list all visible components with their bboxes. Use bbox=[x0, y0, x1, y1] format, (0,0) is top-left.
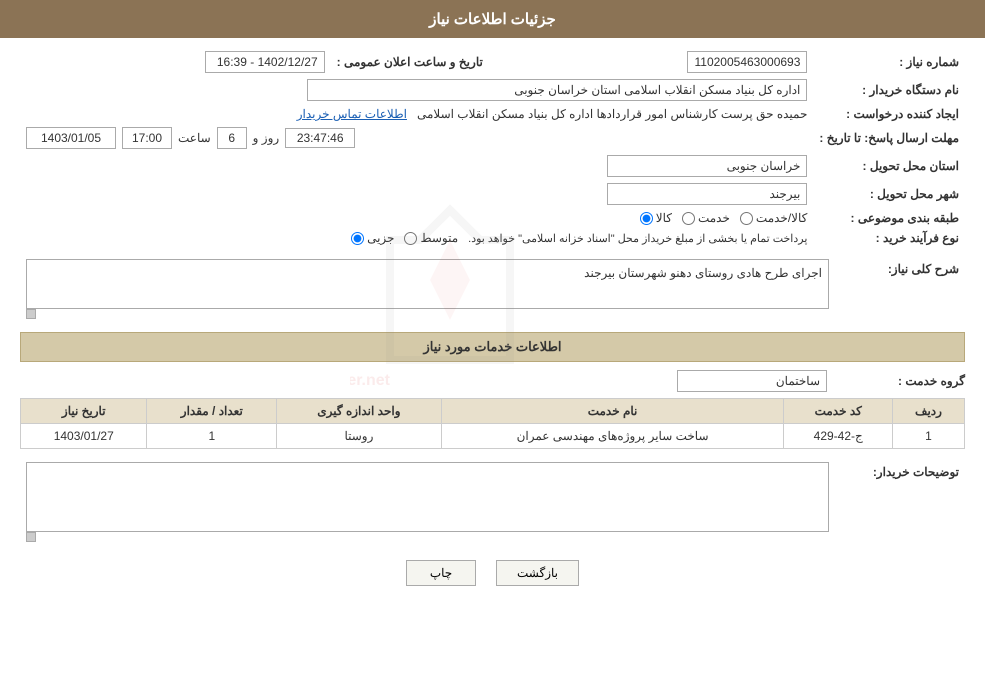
purchase-jozi-radio[interactable] bbox=[351, 232, 364, 245]
print-button[interactable]: چاپ bbox=[406, 560, 476, 586]
buyer-notes-resize-handle[interactable] bbox=[26, 532, 36, 542]
category-khadamat-label: خدمت bbox=[698, 211, 730, 225]
page-title: جزئیات اطلاعات نیاز bbox=[429, 11, 556, 28]
service-group-value: ساختمان bbox=[677, 370, 827, 392]
cell-service_code: ج-42-429 bbox=[784, 424, 893, 449]
category-kala-khadamat-radio[interactable] bbox=[740, 212, 753, 225]
category-kala-khadamat-option[interactable]: کالا/خدمت bbox=[740, 211, 807, 225]
need-summary-label: شرح کلی نیاز: bbox=[835, 256, 965, 322]
col-unit: واحد اندازه گیری bbox=[277, 399, 441, 424]
announce-label: تاریخ و ساعت اعلان عمومی : bbox=[331, 48, 503, 76]
col-service-name: نام خدمت bbox=[441, 399, 784, 424]
need-summary-table: شرح کلی نیاز: اجرای طرح هادی روستای دهنو… bbox=[20, 256, 965, 322]
content-area: شماره نیاز : 1102005463000693 تاریخ و سا… bbox=[0, 38, 985, 606]
cell-service_name: ساخت سایر پروژه‌های مهندسی عمران bbox=[441, 424, 784, 449]
service-group-label: گروه خدمت : bbox=[835, 374, 965, 388]
deadline-days: 6 bbox=[217, 127, 247, 149]
need-summary-wrapper: اجرای طرح هادی روستای دهنو شهرستان بیرجن… bbox=[26, 259, 829, 309]
cell-date: 1403/01/27 bbox=[21, 424, 147, 449]
col-date: تاریخ نیاز bbox=[21, 399, 147, 424]
creator-value: حمیده حق پرست کارشناس امور قراردادها ادا… bbox=[417, 107, 807, 121]
province-label: استان محل تحویل : bbox=[813, 152, 965, 180]
services-table: ردیف کد خدمت نام خدمت واحد اندازه گیری ت… bbox=[20, 398, 965, 449]
services-section-header: اطلاعات خدمات مورد نیاز bbox=[20, 332, 965, 362]
need-number-label: شماره نیاز : bbox=[813, 48, 965, 76]
bottom-buttons: بازگشت چاپ bbox=[20, 560, 965, 586]
deadline-time: 17:00 bbox=[122, 127, 172, 149]
main-info-table: شماره نیاز : 1102005463000693 تاریخ و سا… bbox=[20, 48, 965, 248]
buyer-org-label: نام دستگاه خریدار : bbox=[813, 76, 965, 104]
cell-count: 1 bbox=[147, 424, 277, 449]
deadline-timer: 23:47:46 bbox=[285, 128, 355, 148]
table-row: 1ج-42-429ساخت سایر پروژه‌های مهندسی عمرا… bbox=[21, 424, 965, 449]
purchase-jozi-label: جزیی bbox=[367, 231, 394, 245]
province-value: خراسان جنوبی bbox=[607, 155, 807, 177]
cell-unit: روستا bbox=[277, 424, 441, 449]
announce-value: 1402/12/27 - 16:39 bbox=[205, 51, 325, 73]
col-count: تعداد / مقدار bbox=[147, 399, 277, 424]
deadline-date: 1403/01/05 bbox=[26, 127, 116, 149]
category-kala-option[interactable]: کالا bbox=[640, 211, 672, 225]
category-khadamat-option[interactable]: خدمت bbox=[682, 211, 730, 225]
creator-label: ایجاد کننده درخواست : bbox=[813, 104, 965, 124]
page-wrapper: جزئیات اطلاعات نیاز شماره نیاز : 1102005… bbox=[0, 0, 985, 691]
back-button[interactable]: بازگشت bbox=[496, 560, 579, 586]
category-kala-khadamat-label: کالا/خدمت bbox=[756, 211, 807, 225]
page-header: جزئیات اطلاعات نیاز bbox=[0, 0, 985, 38]
col-row-num: ردیف bbox=[892, 399, 964, 424]
category-khadamat-radio[interactable] bbox=[682, 212, 695, 225]
city-label: شهر محل تحویل : bbox=[813, 180, 965, 208]
purchase-motavasset-label: متوسط bbox=[420, 231, 458, 245]
need-number-value: 1102005463000693 bbox=[687, 51, 807, 73]
purchase-note: پرداخت تمام یا بخشی از مبلغ خریداز محل "… bbox=[468, 232, 807, 245]
purchase-motavasset-radio[interactable] bbox=[404, 232, 417, 245]
category-kala-label: کالا bbox=[656, 211, 672, 225]
buyer-org-value: اداره کل بنیاد مسکن انقلاب اسلامی استان … bbox=[307, 79, 807, 101]
description-resize-handle[interactable] bbox=[26, 309, 36, 319]
need-summary-value: اجرای طرح هادی روستای دهنو شهرستان بیرجن… bbox=[26, 259, 829, 309]
contact-link[interactable]: اطلاعات تماس خریدار bbox=[297, 107, 407, 121]
deadline-time-label: ساعت bbox=[178, 131, 211, 145]
col-service-code: کد خدمت bbox=[784, 399, 893, 424]
city-value: بیرجند bbox=[607, 183, 807, 205]
deadline-label: مهلت ارسال پاسخ: تا تاریخ : bbox=[813, 124, 965, 152]
buyer-notes-box bbox=[26, 462, 829, 532]
buyer-notes-label: توضیحات خریدار: bbox=[835, 459, 965, 545]
service-group-row: گروه خدمت : ساختمان bbox=[20, 370, 965, 392]
purchase-type-label: نوع فرآیند خرید : bbox=[813, 228, 965, 248]
buyer-notes-table: توضیحات خریدار: bbox=[20, 459, 965, 545]
purchase-jozi-option[interactable]: جزیی bbox=[351, 231, 394, 245]
purchase-motavasset-option[interactable]: متوسط bbox=[404, 231, 458, 245]
category-label: طبقه بندی موضوعی : bbox=[813, 208, 965, 228]
deadline-remaining-label: روز و bbox=[253, 131, 280, 145]
cell-row_num: 1 bbox=[892, 424, 964, 449]
category-kala-radio[interactable] bbox=[640, 212, 653, 225]
buyer-notes-wrapper bbox=[26, 462, 829, 532]
